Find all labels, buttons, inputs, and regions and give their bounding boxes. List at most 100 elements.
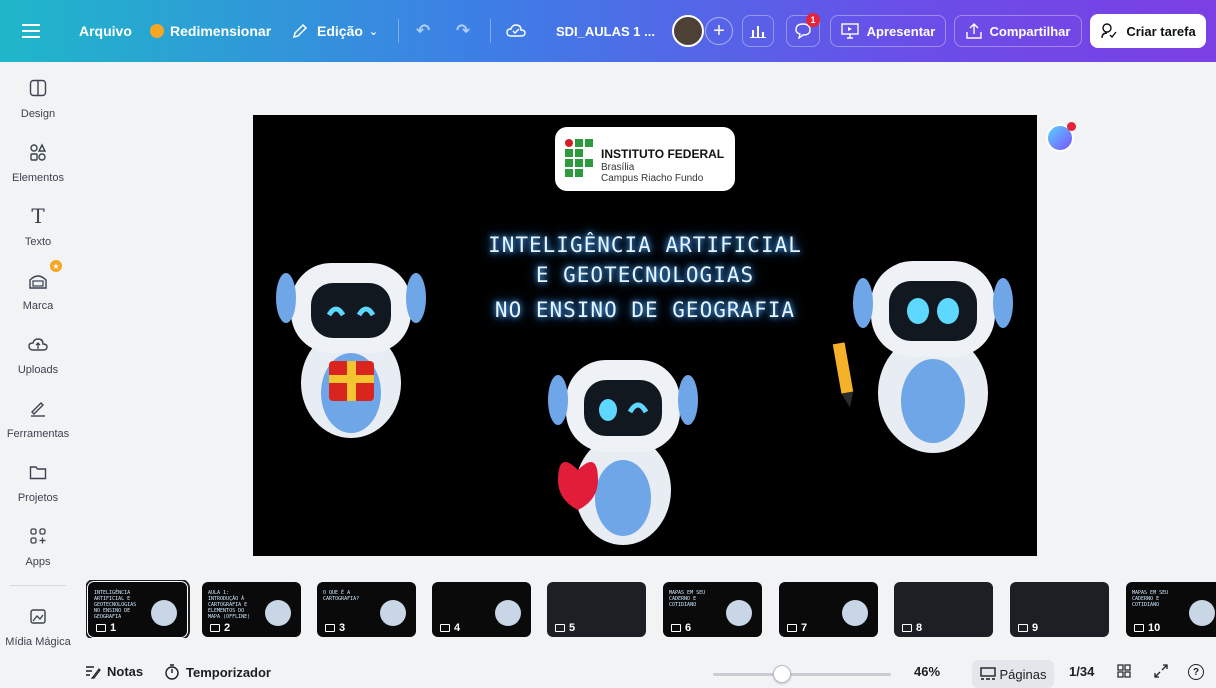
comment-count-badge: 1	[806, 13, 820, 27]
robot-pencil-illustration[interactable]	[823, 243, 1023, 463]
present-icon	[210, 624, 220, 632]
page-thumbnail[interactable]: O QUE É A CARTOGRAFIA? 3	[317, 582, 416, 637]
criar-tarefa-button[interactable]: Criar tarefa	[1090, 14, 1206, 48]
zoom-slider-track[interactable]	[713, 673, 891, 676]
elements-icon	[26, 140, 50, 164]
brand-icon	[26, 268, 50, 292]
page-thumbnail[interactable]: MAPAS EM SEU CADERNO E COTIDIANO 6	[663, 582, 762, 637]
cloud-check-icon[interactable]	[506, 0, 526, 62]
present-icon	[1134, 624, 1144, 632]
sidebar-item-ferramentas[interactable]: Ferramentas	[0, 396, 76, 456]
top-toolbar: Arquivo Redimensionar Edição ⌄ ↶ ↷ SDI_A…	[0, 0, 1216, 62]
redimensionar-button[interactable]: Redimensionar	[150, 0, 271, 62]
analytics-button[interactable]	[742, 15, 774, 47]
robot-thumbnail-icon	[265, 600, 291, 626]
page-thumbnail[interactable]: AULA 1: INTRODUÇÃO À CARTOGRAFIA E ELEME…	[202, 582, 301, 637]
criar-tarefa-label: Criar tarefa	[1126, 23, 1196, 39]
slide-canvas[interactable]: INSTITUTO FEDERAL Brasília Campus Riacho…	[253, 115, 1037, 556]
redimensionar-label: Redimensionar	[170, 23, 272, 39]
sidebar-item-texto[interactable]: T Texto	[0, 204, 76, 264]
pencil-icon	[292, 23, 308, 39]
thumbnail-title: MAPAS EM SEU CADERNO E COTIDIANO	[669, 590, 706, 608]
sidebar-item-apps[interactable]: Apps	[0, 524, 76, 584]
logo-subtitle: Brasília	[601, 162, 635, 173]
thumbnail-number: 1	[96, 622, 116, 634]
redo-icon[interactable]: ↷	[456, 0, 470, 62]
robot-thumbnail-icon	[151, 600, 177, 626]
thumbnail-number: 8	[902, 622, 922, 634]
tools-icon	[26, 396, 50, 420]
sidebar-item-design[interactable]: Design	[0, 76, 76, 136]
share-icon	[965, 23, 982, 39]
sidebar-item-projetos[interactable]: Projetos	[0, 460, 76, 520]
page-thumbnail[interactable]: 5	[547, 582, 646, 637]
timer-icon	[165, 664, 179, 680]
sidebar-item-label: Elementos	[12, 172, 64, 184]
sidebar-item-label: Mídia Mágica	[5, 636, 71, 648]
sidebar-item-midia-magica[interactable]: Mídia Mágica	[0, 604, 76, 664]
arquivo-menu[interactable]: Arquivo	[79, 0, 132, 62]
logo-campus: Campus Riacho Fundo	[601, 173, 704, 184]
page-thumbnail[interactable]: 8	[894, 582, 993, 637]
robot-thumbnail-icon	[495, 600, 521, 626]
fullscreen-icon[interactable]	[1154, 664, 1168, 678]
logo-title: INSTITUTO FEDERAL	[601, 147, 725, 161]
thumbnail-title: INTELIGÊNCIA ARTIFICIAL E GEOTECNOLOGIAS…	[94, 590, 137, 620]
thumbnail-number: 2	[210, 622, 230, 634]
temporizador-button[interactable]: Temporizador	[164, 664, 271, 680]
document-title[interactable]: SDI_AULAS 1 ...	[556, 0, 655, 62]
paginas-label: Páginas	[999, 666, 1047, 682]
thumbnail-number: 9	[1018, 622, 1038, 634]
sidebar-item-label: Design	[20, 108, 56, 120]
bottom-bar: Notas Temporizador 46% Páginas 1/34 ?	[76, 660, 1216, 688]
help-icon[interactable]: ?	[1188, 664, 1204, 680]
notas-button[interactable]: Notas	[85, 664, 143, 679]
page-thumbnail[interactable]: 7	[779, 582, 878, 637]
present-icon	[902, 624, 912, 632]
task-icon	[1101, 23, 1117, 39]
robot-gift-illustration[interactable]	[261, 243, 441, 443]
apresentar-label: Apresentar	[866, 23, 936, 39]
folder-icon	[26, 460, 50, 484]
sidebar-item-marca[interactable]: Marca	[0, 268, 76, 328]
robot-thumbnail-icon	[1189, 600, 1215, 626]
sidebar-item-elementos[interactable]: Elementos	[0, 140, 76, 200]
present-icon	[555, 624, 565, 632]
add-collaborator-button[interactable]: +	[705, 17, 733, 45]
undo-icon[interactable]: ↶	[416, 0, 430, 62]
robot-heart-illustration[interactable]	[538, 340, 708, 550]
present-icon	[671, 624, 681, 632]
page-thumbnail[interactable]: INTELIGÊNCIA ARTIFICIAL E GEOTECNOLOGIAS…	[86, 580, 190, 638]
edicao-menu[interactable]: Edição ⌄	[291, 0, 378, 62]
zoom-slider-handle[interactable]	[773, 665, 791, 683]
thumbnail-title: O QUE É A CARTOGRAFIA?	[323, 590, 360, 602]
thumbnail-number: 10	[1134, 622, 1160, 634]
robot-thumbnail-icon	[380, 600, 406, 626]
left-sidebar: Design Elementos T Texto Marca ★ Uploads…	[0, 62, 76, 688]
notification-dot	[1067, 122, 1076, 131]
sidebar-item-label: Apps	[25, 556, 51, 568]
paginas-button[interactable]: Páginas	[972, 660, 1054, 688]
thumbnail-number: 6	[671, 622, 691, 634]
present-icon	[1018, 624, 1028, 632]
premium-crown-icon: ★	[50, 260, 62, 272]
compartilhar-button[interactable]: Compartilhar	[954, 15, 1082, 47]
avatar[interactable]	[672, 15, 704, 47]
zoom-percentage[interactable]: 46%	[914, 664, 940, 679]
sidebar-item-uploads[interactable]: Uploads	[0, 332, 76, 392]
design-icon	[26, 76, 50, 100]
divider	[398, 19, 399, 43]
notas-label: Notas	[107, 664, 144, 679]
page-thumbnail[interactable]: MAPAS EM SEU CADERNO E COTIDIANO 10	[1126, 582, 1216, 637]
page-thumbnail[interactable]: 9	[1010, 582, 1109, 637]
institute-logo[interactable]: INSTITUTO FEDERAL Brasília Campus Riacho…	[555, 127, 735, 191]
page-thumbnail[interactable]: 4	[432, 582, 531, 637]
sidebar-item-label: Marca	[22, 300, 54, 312]
thumbnail-title: AULA 1: INTRODUÇÃO À CARTOGRAFIA E ELEME…	[208, 590, 251, 620]
apresentar-button[interactable]: Apresentar	[830, 15, 946, 47]
crown-icon	[150, 24, 164, 38]
menu-icon[interactable]	[22, 0, 40, 62]
page-counter[interactable]: 1/34	[1069, 664, 1094, 679]
sidebar-divider	[10, 585, 66, 586]
grid-view-icon[interactable]	[1117, 664, 1131, 678]
